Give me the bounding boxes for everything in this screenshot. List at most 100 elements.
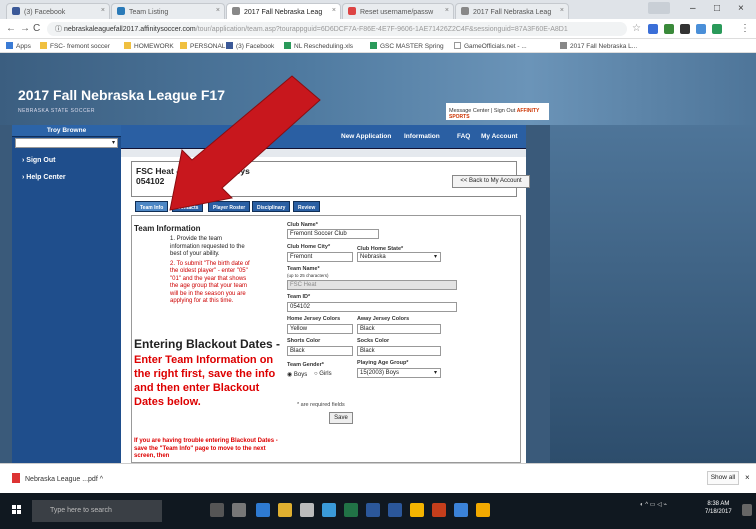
extension-icon[interactable] bbox=[696, 24, 706, 34]
extension-icon[interactable] bbox=[648, 24, 658, 34]
back-arrow-icon[interactable]: ← bbox=[6, 23, 16, 34]
extension-icon[interactable] bbox=[680, 24, 690, 34]
socks-color-input[interactable]: Black bbox=[357, 346, 441, 356]
profile-badge[interactable] bbox=[648, 2, 670, 14]
excel-icon[interactable] bbox=[344, 503, 358, 517]
team-title: FSC Heat - F...15(2003) Boys 054102 bbox=[136, 166, 250, 186]
close-icon[interactable]: × bbox=[216, 7, 220, 14]
main-content: New Application Information FAQ My Accou… bbox=[121, 125, 530, 463]
url-input[interactable]: ⓘ nebraskaleaguefall2017.affinitysoccer.… bbox=[47, 22, 627, 36]
page-icon bbox=[117, 7, 125, 15]
club-name-input[interactable]: Fremont Soccer Club bbox=[287, 229, 379, 239]
show-all-button[interactable]: Show all bbox=[707, 471, 739, 485]
gender-boys-radio[interactable]: ◉ Boys bbox=[287, 371, 307, 378]
close-downloads-icon[interactable]: × bbox=[745, 473, 750, 482]
nav-new-application[interactable]: New Application bbox=[341, 133, 391, 140]
star-icon[interactable]: ☆ bbox=[632, 23, 641, 34]
facebook-icon bbox=[226, 42, 233, 49]
bookmark-item[interactable]: HOMEWORK bbox=[124, 42, 174, 50]
sidebar-item-help-center[interactable]: › Help Center bbox=[12, 164, 121, 181]
bookmark-item[interactable]: FSC- fremont soccer bbox=[40, 42, 110, 50]
nav-faq[interactable]: FAQ bbox=[457, 133, 470, 140]
downloads-bar: Nebraska League ...pdf ^ Show all × bbox=[0, 463, 756, 493]
tab-nebraska-league-2[interactable]: 2017 Fall Nebraska Leag × bbox=[455, 3, 569, 19]
app-icon[interactable] bbox=[232, 503, 246, 517]
page-icon bbox=[560, 42, 567, 49]
store-icon[interactable] bbox=[300, 503, 314, 517]
message-center-box: Message Center | Sign Out AFFINITY SPORT… bbox=[446, 103, 549, 120]
extension-icon[interactable] bbox=[712, 24, 722, 34]
chrome-icon[interactable] bbox=[476, 503, 490, 517]
shorts-color-input[interactable]: Black bbox=[287, 346, 353, 356]
maximize-icon[interactable]: □ bbox=[714, 3, 720, 14]
bookmark-item[interactable]: PERSONAL bbox=[180, 42, 225, 50]
tab-player-roster[interactable]: Player Roster bbox=[208, 201, 251, 212]
tab-contacts[interactable]: Contacts bbox=[172, 201, 204, 212]
bookmark-item[interactable]: NL Rescheduling.xls bbox=[284, 42, 353, 50]
team-name-label: Team Name* bbox=[287, 266, 320, 272]
nav-information[interactable]: Information bbox=[404, 133, 440, 140]
sidebar-item-sign-out[interactable]: › Sign Out bbox=[12, 149, 121, 164]
club-state-select[interactable]: Nebraska ▾ bbox=[357, 252, 441, 262]
site-banner: 2017 Fall Nebraska League F17 NEBRASKA S… bbox=[0, 53, 756, 125]
tab-reset-password[interactable]: Reset username/passw × bbox=[342, 3, 454, 19]
file-explorer-icon[interactable] bbox=[278, 503, 292, 517]
menu-kebab-icon[interactable]: ⋮ bbox=[740, 23, 750, 34]
bookmark-item[interactable]: GameOfficials.net - ... bbox=[454, 42, 527, 50]
app-icon[interactable] bbox=[454, 503, 468, 517]
top-nav: New Application Information FAQ My Accou… bbox=[121, 125, 526, 149]
word-icon[interactable] bbox=[366, 503, 380, 517]
save-button[interactable]: Save bbox=[329, 412, 353, 424]
tab-facebook[interactable]: (3) Facebook × bbox=[6, 3, 110, 19]
tab-review[interactable]: Review bbox=[293, 201, 321, 212]
site-title: 2017 Fall Nebraska League F17 bbox=[18, 87, 225, 103]
page-icon bbox=[454, 42, 461, 49]
age-group-select[interactable]: 15(2003) Boys ▾ bbox=[357, 368, 441, 378]
club-city-input[interactable]: Fremont bbox=[287, 252, 353, 262]
bookmark-apps[interactable]: Apps bbox=[6, 42, 31, 50]
edge-icon[interactable] bbox=[256, 503, 270, 517]
close-icon[interactable]: × bbox=[101, 7, 105, 14]
system-tray[interactable]: ◐ ^ ▭ ◁ ⌁ bbox=[640, 501, 667, 508]
team-id-input[interactable]: 054102 bbox=[287, 302, 457, 312]
bookmark-item[interactable]: GSC MASTER Spring bbox=[370, 42, 444, 50]
app-icon[interactable] bbox=[322, 503, 336, 517]
tab-nebraska-league-active[interactable]: 2017 Fall Nebraska Leag × bbox=[226, 3, 341, 19]
pdf-icon bbox=[12, 473, 20, 483]
taskbar-search-input[interactable]: Type here to search bbox=[32, 500, 162, 522]
nav-my-account[interactable]: My Account bbox=[481, 133, 518, 140]
team-name-note: (up to 25 characters) bbox=[287, 273, 329, 278]
home-colors-input[interactable]: Yellow bbox=[287, 324, 353, 334]
gmail-icon bbox=[348, 7, 356, 15]
notifications-icon[interactable] bbox=[742, 504, 752, 516]
app-icon[interactable] bbox=[388, 503, 402, 517]
powerpoint-icon[interactable] bbox=[432, 503, 446, 517]
bookmark-item[interactable]: 2017 Fall Nebraska L... bbox=[560, 42, 637, 50]
extension-icon[interactable] bbox=[664, 24, 674, 34]
gender-girls-radio[interactable]: ○ Girls bbox=[314, 371, 332, 377]
reload-icon[interactable]: C bbox=[33, 23, 40, 34]
team-id-label: Team ID* bbox=[287, 294, 311, 300]
bookmark-item[interactable]: (3) Facebook bbox=[226, 42, 274, 50]
site-subtitle: NEBRASKA STATE SOCCER bbox=[18, 108, 95, 114]
tab-team-info[interactable]: Team Info bbox=[135, 201, 169, 212]
sidebar-select[interactable]: ▾ bbox=[15, 138, 118, 148]
tab-disciplinary[interactable]: Disciplinary bbox=[252, 201, 291, 212]
close-icon[interactable]: × bbox=[445, 7, 449, 14]
sheet-icon bbox=[284, 42, 291, 49]
download-item[interactable]: Nebraska League ...pdf ^ bbox=[12, 473, 103, 483]
tab-team-listing[interactable]: Team Listing × bbox=[111, 3, 225, 19]
windows-start-icon[interactable] bbox=[12, 505, 22, 515]
task-view-icon[interactable] bbox=[210, 503, 224, 517]
window-close-icon[interactable]: × bbox=[738, 3, 744, 14]
minimize-icon[interactable]: – bbox=[690, 3, 696, 14]
back-to-account-button[interactable]: << Back to My Account bbox=[452, 175, 530, 188]
forward-arrow-icon[interactable]: → bbox=[20, 23, 30, 34]
close-icon[interactable]: × bbox=[332, 7, 336, 14]
club-city-label: Club Home City* bbox=[287, 244, 331, 250]
away-colors-input[interactable]: Black bbox=[357, 324, 441, 334]
clock[interactable]: 8:38 AM 7/18/2017 bbox=[705, 500, 732, 516]
chevron-up-icon[interactable]: ^ bbox=[100, 476, 103, 483]
drive-icon[interactable] bbox=[410, 503, 424, 517]
close-icon[interactable]: × bbox=[560, 7, 564, 14]
